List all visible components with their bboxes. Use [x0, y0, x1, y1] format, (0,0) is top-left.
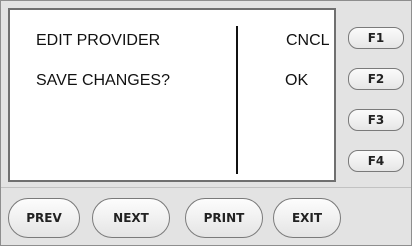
- cancel-option[interactable]: CNCL: [286, 33, 330, 49]
- f1-button[interactable]: F1: [348, 27, 404, 49]
- print-button[interactable]: PRINT: [185, 198, 263, 238]
- screen-prompt: SAVE CHANGES?: [36, 72, 170, 89]
- f4-button[interactable]: F4: [348, 150, 404, 172]
- f3-button[interactable]: F3: [348, 109, 404, 131]
- prev-button[interactable]: PREV: [8, 198, 80, 238]
- bottom-divider: [1, 187, 411, 188]
- screen-divider: [236, 26, 238, 174]
- device-panel: EDIT PROVIDER SAVE CHANGES? CNCL OK F1 F…: [0, 0, 412, 246]
- screen-title: EDIT PROVIDER: [36, 32, 161, 49]
- exit-button[interactable]: EXIT: [273, 198, 341, 238]
- next-button[interactable]: NEXT: [92, 198, 170, 238]
- ok-option[interactable]: OK: [285, 73, 308, 89]
- f2-button[interactable]: F2: [348, 68, 404, 90]
- lcd-screen: EDIT PROVIDER SAVE CHANGES? CNCL OK: [8, 8, 336, 182]
